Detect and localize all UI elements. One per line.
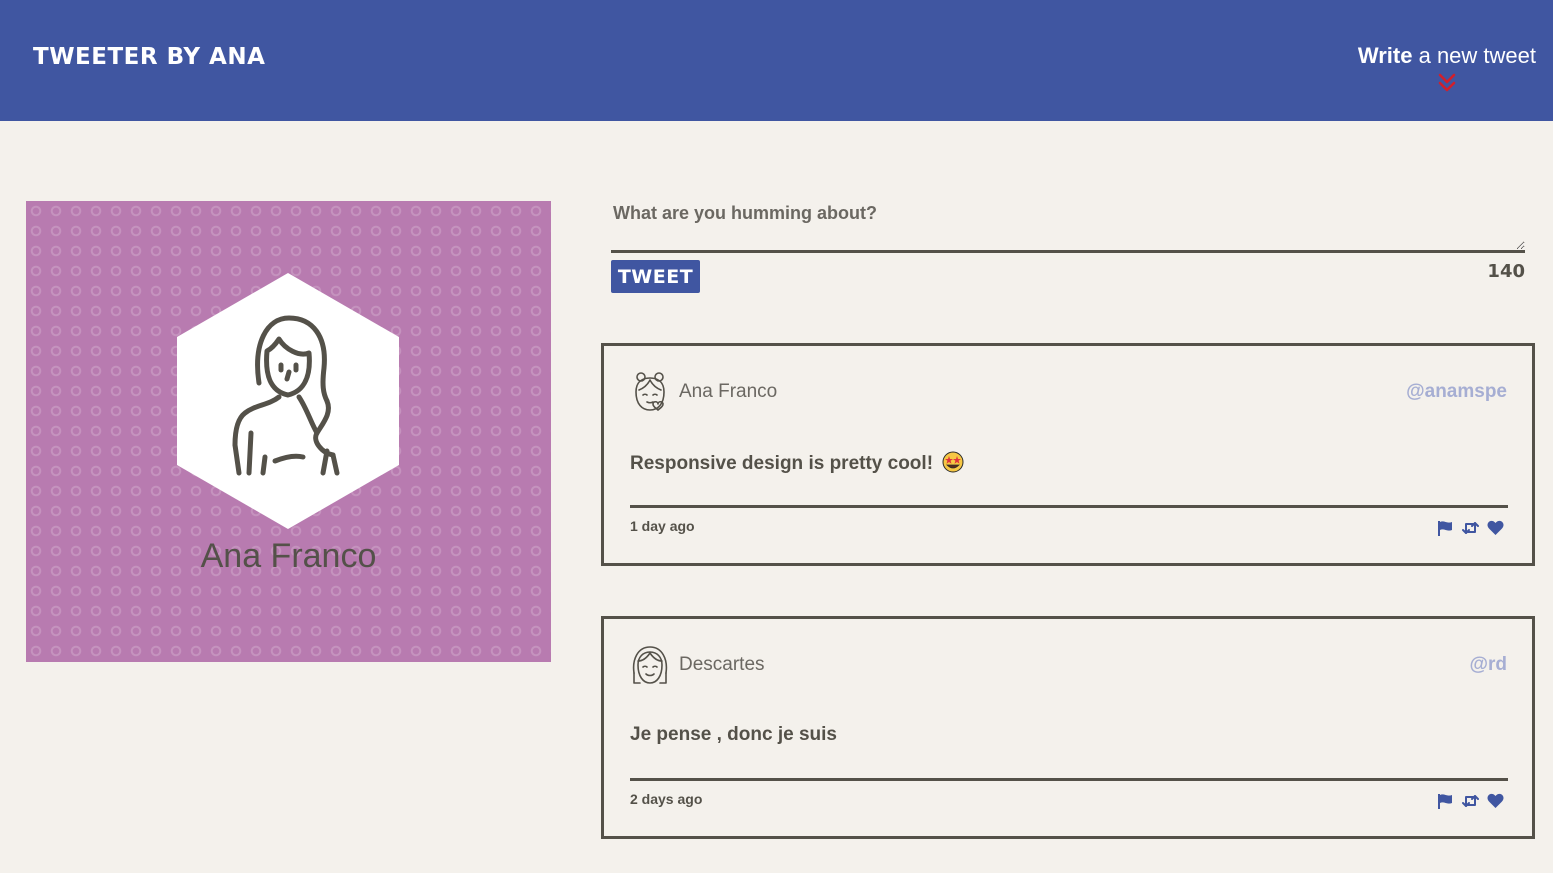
tweet-text: Je pense , donc je suis: [630, 724, 837, 745]
tweet-divider: [630, 505, 1508, 508]
write-new-tweet-toggle[interactable]: Write a new tweet: [1358, 43, 1536, 94]
flag-icon[interactable]: [1437, 793, 1454, 809]
heart-icon[interactable]: [1487, 520, 1504, 536]
tweet-actions: [1437, 520, 1504, 536]
tweet-text-input[interactable]: [611, 195, 1525, 253]
tweet-timestamp: 1 day ago: [630, 518, 695, 534]
tweet-timestamp: 2 days ago: [630, 791, 703, 807]
tweet-author-handle: @anamspe: [1406, 381, 1507, 402]
tweet-card: Ana Franco @anamspe Responsive design is…: [601, 343, 1535, 566]
top-nav: Tweeter by Ana Write a new tweet: [0, 0, 1553, 121]
compose-toggle-strong: Write: [1357, 43, 1413, 68]
tweet-submit-button[interactable]: Tweet: [611, 260, 700, 293]
tweet-author-name: Ana Franco: [679, 381, 778, 402]
profile-name: Ana Franco: [200, 537, 377, 575]
brand-title: Tweeter by Ana: [33, 44, 266, 70]
character-counter: 140: [1487, 261, 1525, 282]
tweet-divider: [630, 778, 1508, 781]
flag-icon[interactable]: [1437, 520, 1454, 536]
profile-card: Ana Franco: [26, 201, 551, 662]
new-tweet-form: Tweet 140: [611, 195, 1525, 295]
tweet-card: Descartes @rd Je pense , donc je suis 2 …: [601, 616, 1535, 839]
retweet-icon[interactable]: [1462, 520, 1479, 536]
double-chevron-down-icon: [1438, 73, 1456, 92]
tweet-author-handle: @rd: [1469, 654, 1507, 675]
user-avatar-icon: [635, 372, 665, 411]
profile-avatar: [177, 273, 399, 529]
star-struck-emoji: [942, 451, 964, 473]
retweet-icon[interactable]: [1462, 793, 1479, 809]
tweet-actions: [1437, 793, 1504, 809]
tweet-content: Je pense , donc je suis: [630, 724, 837, 746]
user-avatar-icon: [632, 646, 668, 684]
compose-toggle-rest: a new tweet: [1412, 43, 1536, 68]
tweet-text: Responsive design is pretty cool!: [630, 453, 934, 474]
heart-icon[interactable]: [1487, 793, 1504, 809]
tweet-author-name: Descartes: [679, 654, 765, 675]
tweet-content: Responsive design is pretty cool!: [630, 451, 964, 475]
